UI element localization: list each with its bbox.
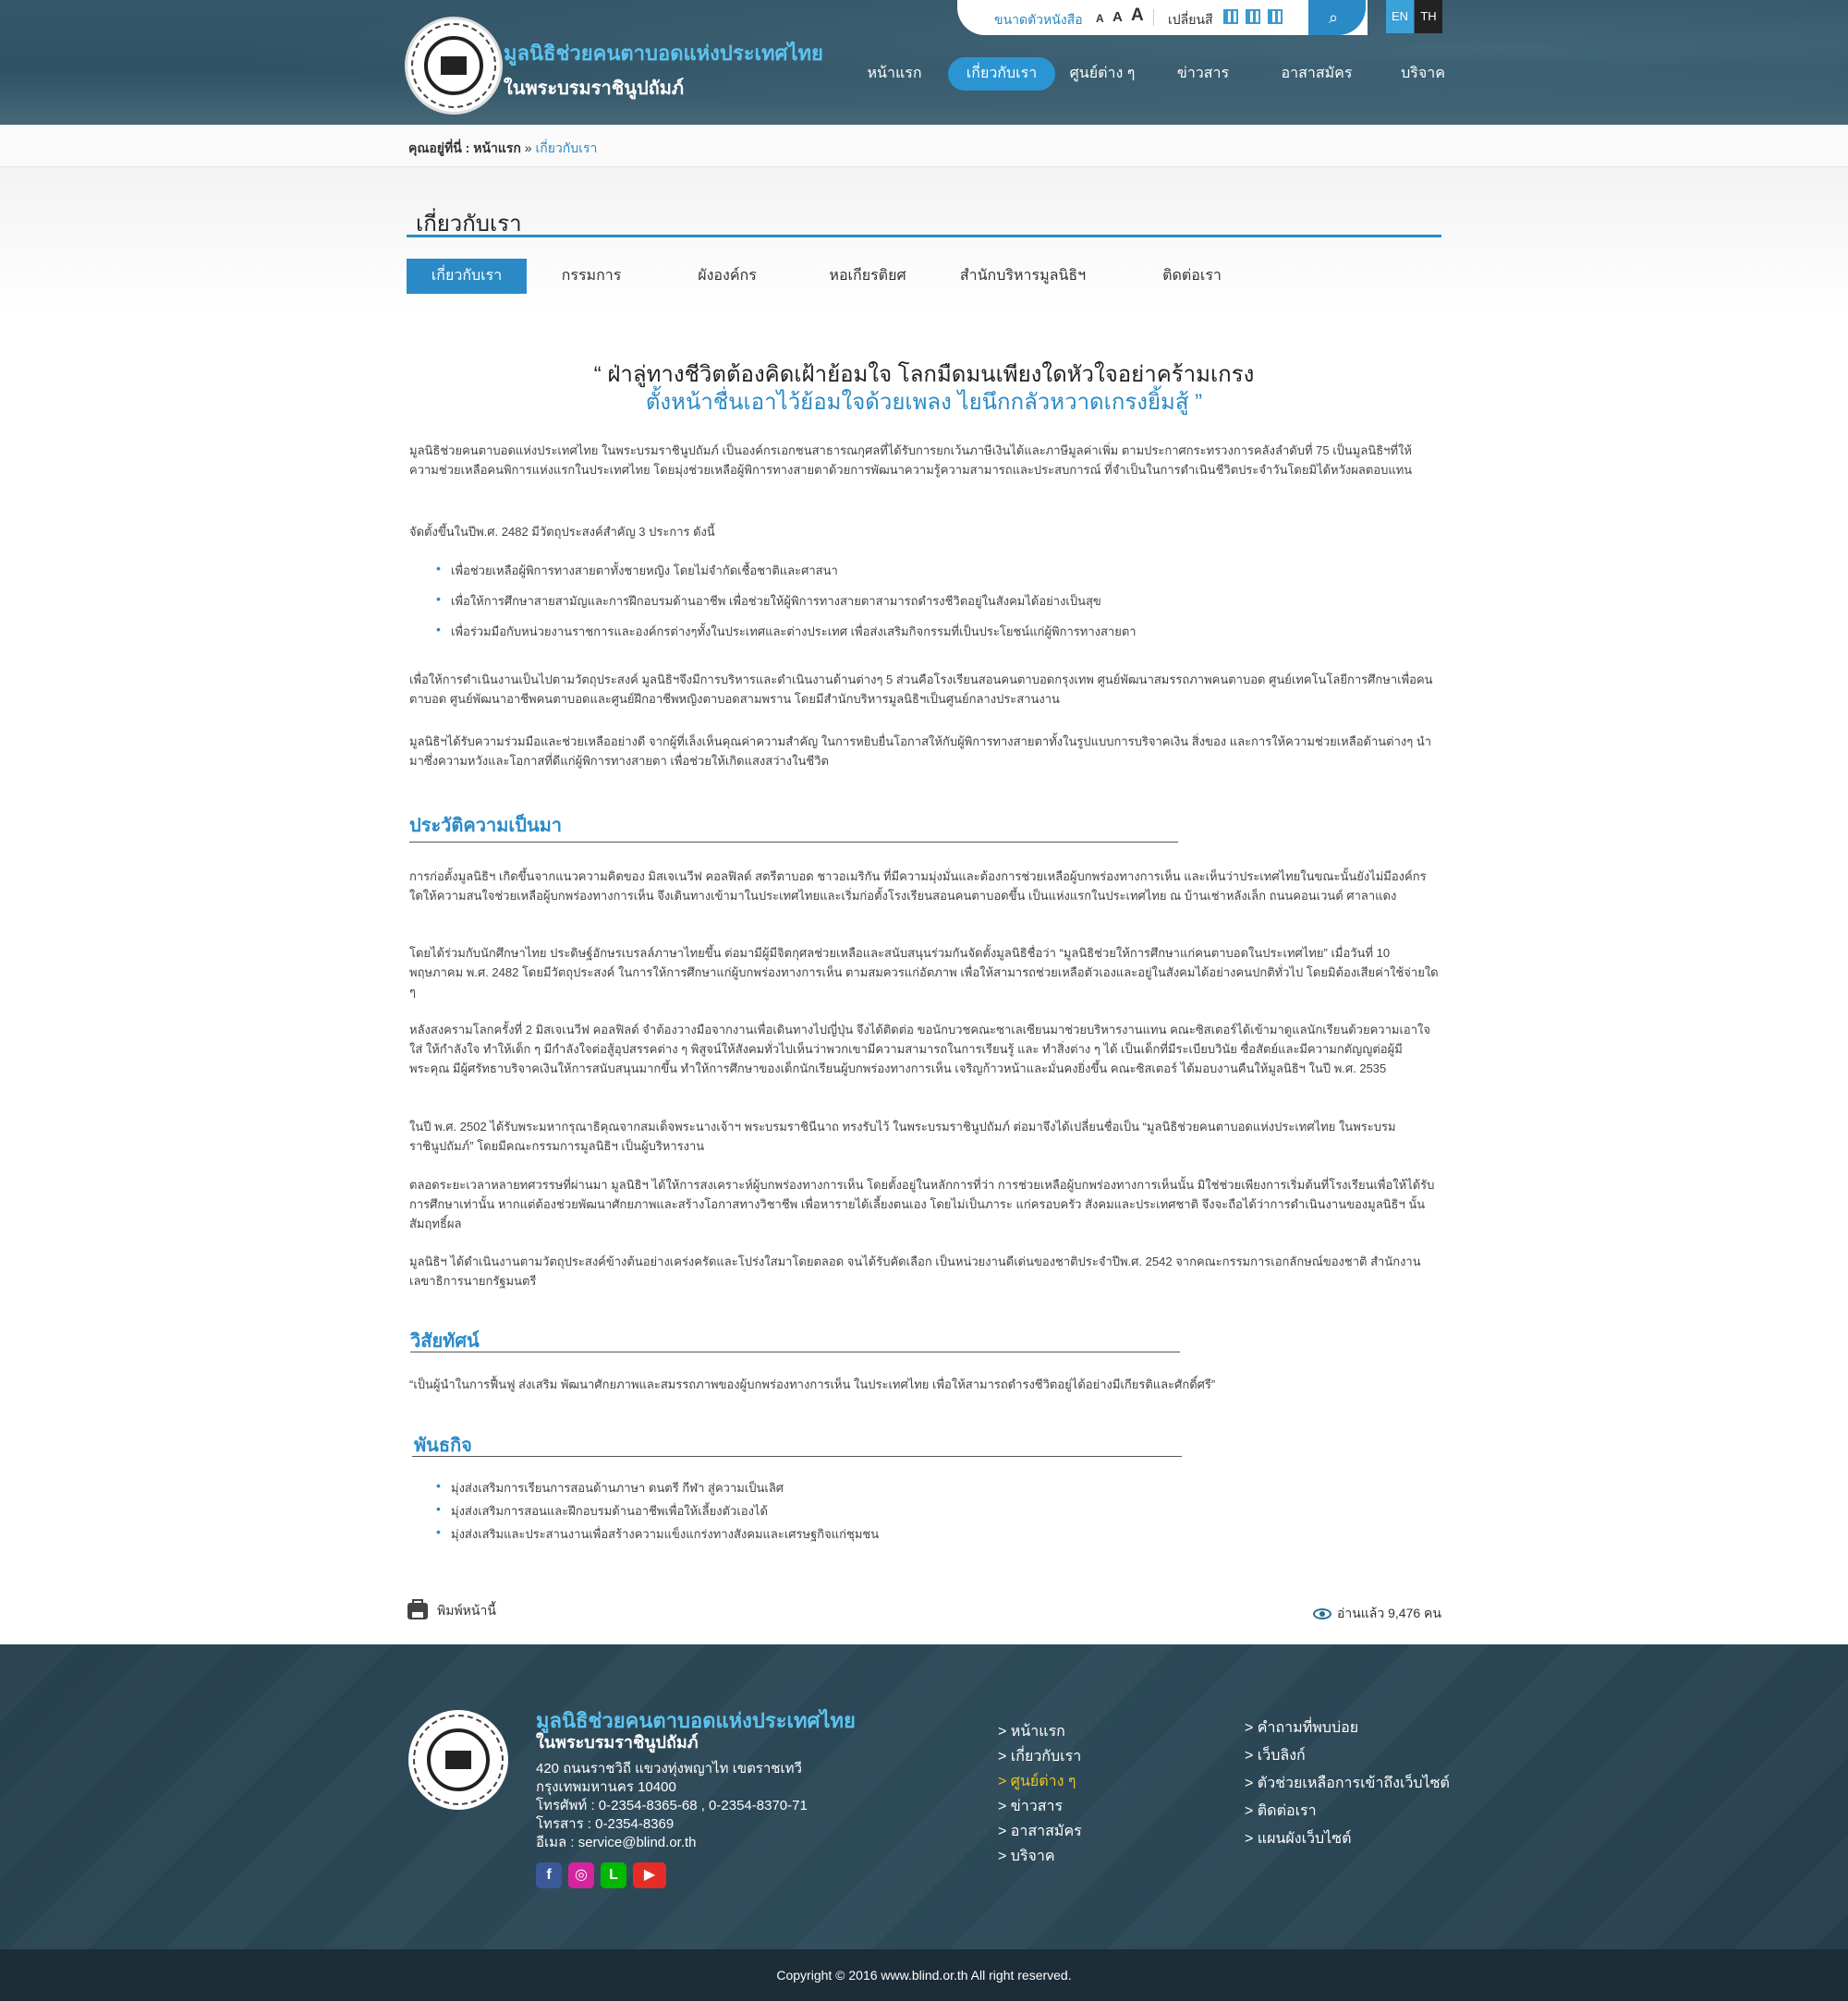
lang-th-button[interactable]: TH xyxy=(1415,0,1442,33)
breadcrumb-bar xyxy=(0,125,1848,167)
footer-name-line2: ในพระบรมราชินูปถัมภ์ xyxy=(536,1733,699,1752)
mission-title-rule xyxy=(412,1456,1182,1457)
footer-link-faq[interactable]: > คำถามที่พบบ่อย xyxy=(1245,1716,1450,1744)
view-count-label: อ่านแล้ว 9,476 คน xyxy=(1336,1606,1441,1620)
address-line: 420 ถนนราชวิถี แขวงทุ่งพญาไท เขตราชเทวี xyxy=(536,1761,802,1777)
color-theme-2-button[interactable] xyxy=(1246,9,1260,24)
nav-news[interactable]: ข่าวสาร xyxy=(1157,57,1249,91)
youtube-icon[interactable]: ▶ xyxy=(633,1862,666,1888)
nav-donate[interactable]: บริจาค xyxy=(1377,57,1469,91)
phone-line: โทรศัพท์ : 0-2354-8365-68 , 0-2354-8370-… xyxy=(536,1798,808,1813)
history-paragraph: ตลอดระยะเวลาหลายทศวรรษที่ผ่านมา มูลนิธิฯ… xyxy=(409,1178,1435,1231)
font-size-label: ขนาดตัวหนังสือ xyxy=(994,12,1083,27)
view-count: อ่านแล้ว 9,476 คน xyxy=(1312,1604,1441,1624)
footer-link-donate[interactable]: > บริจาค xyxy=(998,1845,1082,1870)
breadcrumb: คุณอยู่ที่นี่ : หน้าแรก » เกี่ยวกับเรา xyxy=(408,139,597,159)
footer-link-about[interactable]: > เกี่ยวกับเรา xyxy=(998,1745,1082,1770)
breadcrumb-current[interactable]: เกี่ยวกับเรา xyxy=(535,140,597,155)
list-item: เพื่อช่วยเหลือผู้พิการทางสายตาทั้งชายหญิ… xyxy=(436,561,1137,591)
printer-icon xyxy=(407,1599,428,1620)
admin-paragraph: เพื่อให้การดำเนินงานเป็นไปตามวัตถุประสงค… xyxy=(409,673,1433,706)
facebook-icon[interactable]: f xyxy=(536,1862,562,1888)
footer-link-home[interactable]: > หน้าแรก xyxy=(998,1720,1082,1745)
support-paragraph: มูลนิธิฯได้รับความร่วมมือและช่วยเหลืออย่… xyxy=(409,734,1432,768)
history-paragraph: โดยได้ร่วมกับนักศึกษาไทย ประดิษฐ์อักษรเบ… xyxy=(409,946,1439,999)
subtab-contact[interactable]: ติดต่อเรา xyxy=(1132,259,1252,294)
site-name[interactable]: มูลนิธิช่วยคนตาบอดแห่งประเทศไทย ในพระบรม… xyxy=(504,37,823,103)
color-switch-label: เปลี่ยนสี xyxy=(1168,12,1213,27)
footer-link-news[interactable]: > ข่าวสาร xyxy=(998,1795,1082,1820)
nav-volunteer[interactable]: อาสาสมัคร xyxy=(1270,57,1363,91)
breadcrumb-prefix: คุณอยู่ที่นี่ : xyxy=(408,140,470,155)
eye-icon xyxy=(1312,1608,1331,1620)
subtab-committee[interactable]: กรรมการ xyxy=(531,259,651,294)
footer-address: 420 ถนนราชวิถี แขวงทุ่งพญาไท เขตราชเทวี … xyxy=(536,1760,808,1852)
mission-list: มุ่งส่งเสริมการเรียนการสอนด้านภาษา ดนตรี… xyxy=(436,1478,879,1547)
footer-links-main: > หน้าแรก > เกี่ยวกับเรา > ศูนย์ต่าง ๆ >… xyxy=(998,1720,1082,1870)
subtab-hall-of-fame[interactable]: หอเกียรติยศ xyxy=(808,259,928,294)
nav-about[interactable]: เกี่ยวกับเรา xyxy=(948,57,1055,91)
line-icon[interactable]: L xyxy=(601,1862,626,1888)
footer-link-volunteer[interactable]: > อาสาสมัคร xyxy=(998,1820,1082,1845)
list-item: เพื่อร่วมมือกับหน่วยงานราชการและองค์กรต่… xyxy=(436,622,1137,652)
list-item: มุ่งส่งเสริมการสอนและฝึกอบรมด้านอาชีพเพื… xyxy=(436,1501,879,1524)
footer-link-contact[interactable]: > ติดต่อเรา xyxy=(1245,1800,1450,1827)
site-name-line2: ในพระบรมราชินูปถัมภ์ xyxy=(504,79,685,99)
font-size-small-button[interactable]: A xyxy=(1096,12,1104,25)
nav-centers[interactable]: ศูนย์ต่าง ๆ xyxy=(1055,57,1149,91)
history-title: ประวัติความเป็นมา xyxy=(409,816,563,836)
fax-line: โทรสาร : 0-2354-8369 xyxy=(536,1816,675,1832)
color-theme-1-button[interactable] xyxy=(1223,9,1238,24)
footer-link-weblinks[interactable]: > เว็บลิงก์ xyxy=(1245,1744,1450,1772)
intro-paragraph: มูลนิธิช่วยคนตาบอดแห่งประเทศไทย ในพระบรม… xyxy=(409,443,1413,477)
subtab-org-chart[interactable]: ผังองค์กร xyxy=(667,259,787,294)
address-line: กรุงเทพมหานคร 10400 xyxy=(536,1779,676,1795)
subtab-admin-office[interactable]: สำนักบริหารมูลนิธิฯ xyxy=(952,259,1094,294)
font-size-large-button[interactable]: A xyxy=(1131,6,1144,26)
vision-text: “เป็นผู้นำในการฟื้นฟู ส่งเสริม พัฒนาศักย… xyxy=(409,1377,1216,1391)
nav-home[interactable]: หน้าแรก xyxy=(848,57,941,91)
footer-links-extra: > คำถามที่พบบ่อย > เว็บลิงก์ > ตัวช่วยเห… xyxy=(1245,1716,1450,1855)
list-item: เพื่อให้การศึกษาสายสามัญและการฝึกอบรมด้า… xyxy=(436,591,1137,622)
breadcrumb-home-link[interactable]: หน้าแรก xyxy=(473,140,521,155)
email-line[interactable]: อีเมล : service@blind.or.th xyxy=(536,1834,808,1852)
objectives-list: เพื่อช่วยเหลือผู้พิการทางสายตาทั้งชายหญิ… xyxy=(436,561,1137,652)
footer-link-accessibility[interactable]: > ตัวช่วยเหลือการเข้าถึงเว็บไซต์ xyxy=(1245,1772,1450,1800)
footer-link-sitemap[interactable]: > แผนผังเว็บไซต์ xyxy=(1245,1827,1450,1855)
footer-link-centers[interactable]: > ศูนย์ต่าง ๆ xyxy=(998,1770,1082,1795)
search-icon: ⌕ xyxy=(1329,8,1339,27)
print-label: พิมพ์หน้านี้ xyxy=(437,1603,496,1618)
history-paragraph: ในปี พ.ศ. 2502 ได้รับพระมหากรุณาธิคุณจาก… xyxy=(409,1120,1396,1153)
subtab-about[interactable]: เกี่ยวกับเรา xyxy=(407,259,527,294)
objectives-intro: จัดตั้งขึ้นในปีพ.ศ. 2482 มีวัตถุประสงค์ส… xyxy=(409,525,715,539)
history-paragraph: การก่อตั้งมูลนิธิฯ เกิดขึ้นจากแนวความคิด… xyxy=(409,869,1427,903)
copyright-bar: Copyright © 2016 www.blind.or.th All rig… xyxy=(0,1949,1848,2001)
color-theme-3-button[interactable] xyxy=(1268,9,1283,24)
title-underline xyxy=(407,235,1441,237)
foundation-logo[interactable] xyxy=(405,17,503,115)
site-name-line1: มูลนิธิช่วยคนตาบอดแห่งประเทศไทย xyxy=(504,42,823,65)
footer-logo xyxy=(408,1710,508,1810)
lang-en-button[interactable]: EN xyxy=(1386,0,1414,33)
instagram-icon[interactable]: ◎ xyxy=(568,1862,594,1888)
list-item: มุ่งส่งเสริมการเรียนการสอนด้านภาษา ดนตรี… xyxy=(436,1478,879,1501)
print-page-button[interactable]: พิมพ์หน้านี้ xyxy=(407,1599,496,1621)
font-size-medium-button[interactable]: A xyxy=(1112,9,1123,25)
accessibility-toolbar: ขนาดตัวหนังสือ A A A เปลี่ยนสี xyxy=(957,0,1368,35)
site-footer xyxy=(0,1644,1848,1949)
toolbar-divider xyxy=(1153,9,1154,26)
history-paragraph: มูลนิธิฯ ได้ดำเนินงานตามวัตถุประสงค์ข้าง… xyxy=(409,1255,1421,1288)
list-item: มุ่งส่งเสริมและประสานงานเพื่อสร้างความแข… xyxy=(436,1524,879,1547)
quote-line2: ตั้งหน้าชื่นเอาไว้ย้อมใจด้วยเพลง ไยนึกกล… xyxy=(645,390,1203,415)
history-title-rule xyxy=(409,842,1178,843)
history-paragraph: หลังสงครามโลกครั้งที่ 2 มิสเจเนวีฟ คอลฟิ… xyxy=(409,1023,1430,1075)
breadcrumb-separator: » xyxy=(524,140,532,155)
